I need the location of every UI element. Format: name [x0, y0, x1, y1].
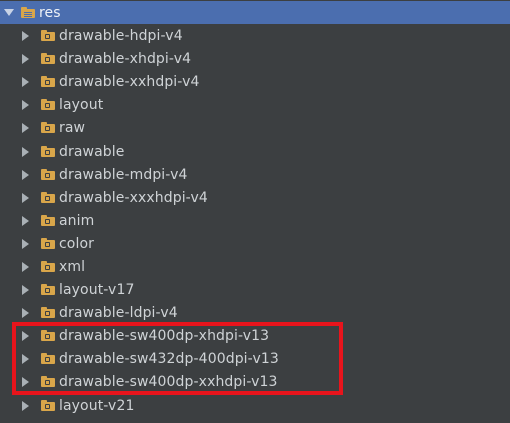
tree-node-label: layout-v17 [59, 281, 135, 298]
chevron-right-icon[interactable] [22, 146, 29, 157]
tree-node-label: drawable-sw432dp-400dpi-v13 [59, 350, 279, 367]
chevron-right-icon[interactable] [22, 169, 29, 180]
tree-node-anim[interactable]: anim [0, 209, 510, 232]
folder-icon [41, 30, 55, 41]
folder-icon [41, 330, 55, 341]
tree-node-label: drawable-xxxhdpi-v4 [59, 189, 208, 206]
folder-icon [41, 192, 55, 203]
chevron-right-icon[interactable] [22, 238, 29, 249]
folder-icon [41, 146, 55, 157]
chevron-right-icon[interactable] [22, 192, 29, 203]
tree-node-label: drawable-ldpi-v4 [59, 304, 178, 321]
chevron-right-icon[interactable] [22, 215, 29, 226]
tree-node-drawable-ldpi-v4[interactable]: drawable-ldpi-v4 [0, 301, 510, 324]
tree-node-res[interactable]: res [0, 1, 510, 24]
chevron-right-icon[interactable] [22, 30, 29, 41]
folder-icon [41, 122, 55, 133]
tree-node-label: drawable-xhdpi-v4 [59, 50, 192, 67]
tree-node-label: drawable-sw400dp-xxhdpi-v13 [59, 373, 278, 390]
resource-folder-icon [21, 7, 35, 18]
tree-node-label: drawable-mdpi-v4 [59, 166, 188, 183]
folder-icon [41, 238, 55, 249]
chevron-right-icon[interactable] [22, 307, 29, 318]
chevron-right-icon[interactable] [22, 53, 29, 64]
tree-node-layout-v17[interactable]: layout-v17 [0, 278, 510, 301]
chevron-right-icon[interactable] [22, 76, 29, 87]
tree-node-color[interactable]: color [0, 232, 510, 255]
tree-node-drawable-mdpi-v4[interactable]: drawable-mdpi-v4 [0, 163, 510, 186]
chevron-right-icon[interactable] [22, 400, 29, 411]
tree-node-layout[interactable]: layout [0, 93, 510, 116]
tree-node-raw[interactable]: raw [0, 116, 510, 139]
tree-node-drawable-sw400dp-xxhdpi-v13[interactable]: drawable-sw400dp-xxhdpi-v13 [0, 370, 510, 393]
folder-icon [41, 261, 55, 272]
tree-node-label: anim [59, 212, 95, 229]
folder-icon [41, 99, 55, 110]
project-tree: res drawable-hdpi-v4 drawable-xhdpi-v4 d… [0, 0, 510, 423]
chevron-right-icon[interactable] [22, 99, 29, 110]
chevron-right-icon[interactable] [22, 330, 29, 341]
tree-node-label: drawable-sw400dp-xhdpi-v13 [59, 327, 270, 344]
folder-icon [41, 53, 55, 64]
chevron-right-icon[interactable] [22, 376, 29, 387]
tree-node-drawable-xhdpi-v4[interactable]: drawable-xhdpi-v4 [0, 47, 510, 70]
folder-icon [41, 284, 55, 295]
tree-node-label: drawable [59, 143, 125, 160]
tree-node-label: xml [59, 258, 86, 275]
tree-node-drawable-xxhdpi-v4[interactable]: drawable-xxhdpi-v4 [0, 70, 510, 93]
tree-node-partial[interactable] [0, 417, 510, 423]
folder-icon [41, 376, 55, 387]
tree-node-drawable-hdpi-v4[interactable]: drawable-hdpi-v4 [0, 24, 510, 47]
tree-node-xml[interactable]: xml [0, 255, 510, 278]
tree-node-label: res [39, 4, 61, 21]
folder-icon [41, 215, 55, 226]
folder-icon [41, 307, 55, 318]
tree-node-layout-v21[interactable]: layout-v21 [0, 394, 510, 417]
tree-node-drawable-sw432dp-400dpi-v13[interactable]: drawable-sw432dp-400dpi-v13 [0, 347, 510, 370]
tree-node-drawable[interactable]: drawable [0, 140, 510, 163]
folder-icon [41, 76, 55, 87]
tree-node-label: layout [59, 96, 104, 113]
tree-node-label: color [59, 235, 94, 252]
chevron-down-icon[interactable] [4, 9, 14, 16]
folder-icon [41, 353, 55, 364]
folder-icon [41, 169, 55, 180]
folder-icon [41, 400, 55, 411]
tree-node-label: raw [59, 119, 86, 136]
tree-node-label: drawable-hdpi-v4 [59, 27, 183, 44]
tree-node-label: layout-v21 [59, 397, 135, 414]
chevron-right-icon[interactable] [22, 284, 29, 295]
tree-node-drawable-sw400dp-xhdpi-v13[interactable]: drawable-sw400dp-xhdpi-v13 [0, 324, 510, 347]
chevron-right-icon[interactable] [22, 122, 29, 133]
tree-node-label: drawable-xxhdpi-v4 [59, 73, 200, 90]
chevron-right-icon[interactable] [22, 261, 29, 272]
chevron-right-icon[interactable] [22, 353, 29, 364]
tree-node-drawable-xxxhdpi-v4[interactable]: drawable-xxxhdpi-v4 [0, 186, 510, 209]
